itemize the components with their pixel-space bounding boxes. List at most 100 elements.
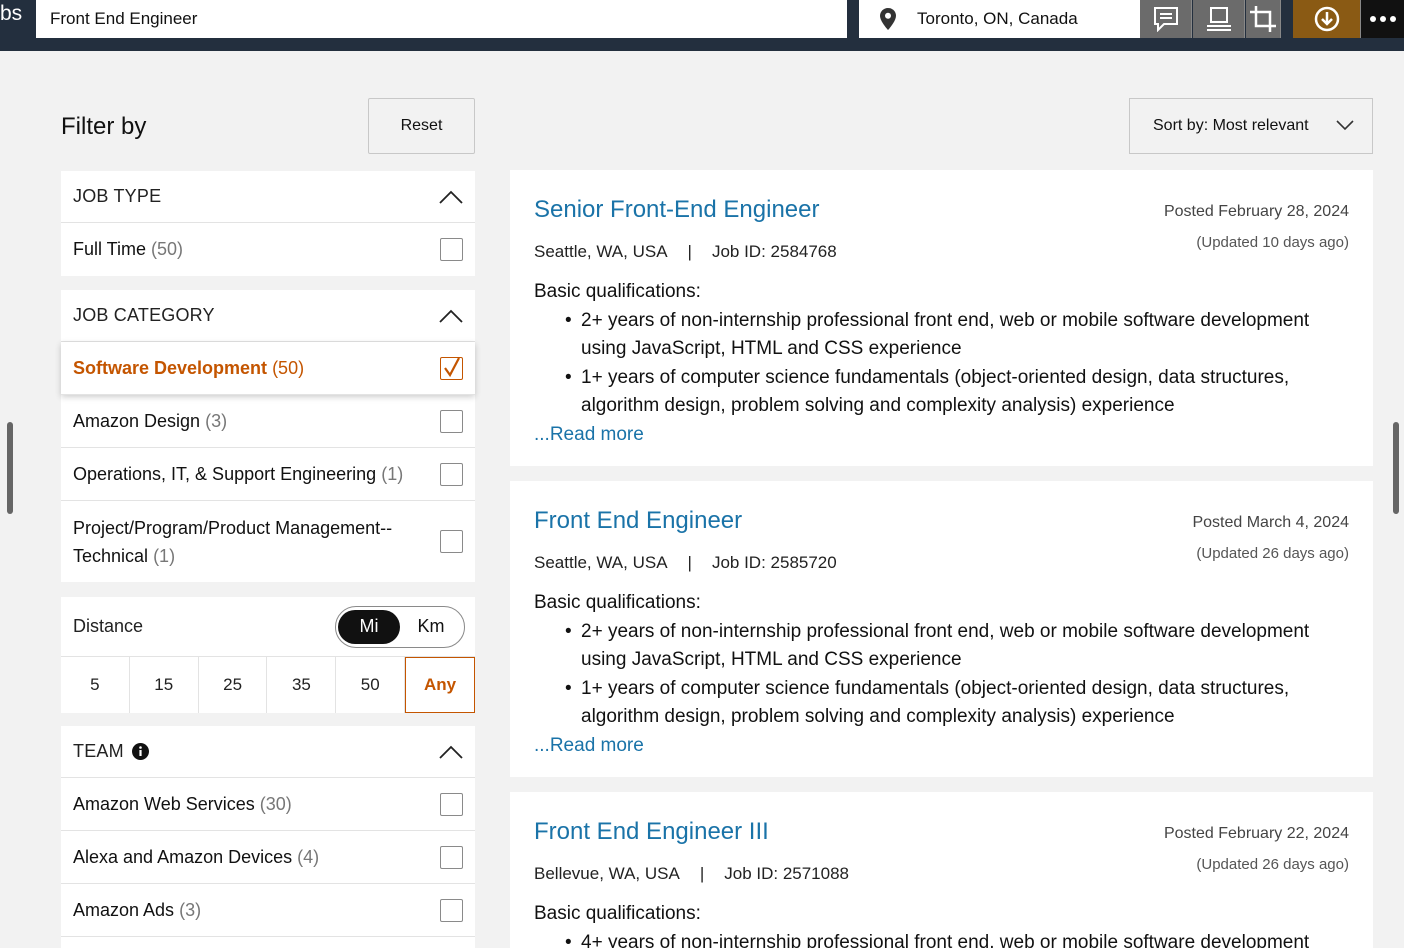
checkbox[interactable]	[440, 845, 463, 869]
updated-date: (Updated 10 days ago)	[1196, 234, 1349, 251]
brand-text: bs	[0, 2, 23, 25]
filter-option-amazon-ads[interactable]: Amazon Ads (3)	[61, 884, 475, 937]
filter-option-full-time[interactable]: Full Time (50)	[61, 223, 475, 276]
distance-heading: Distance	[73, 616, 144, 636]
qualification-item: 4+ years of non-internship professional …	[565, 929, 1354, 948]
qualification-item: 2+ years of non-internship professional …	[565, 307, 1354, 364]
download-icon[interactable]	[1293, 0, 1361, 38]
more-options-icon[interactable]	[1361, 0, 1404, 38]
meta-separator: |	[687, 553, 692, 572]
filter-option-project-management[interactable]: Project/Program/Product Management-- Tech…	[61, 501, 475, 582]
sort-dropdown[interactable]: Sort by: Most relevant	[1129, 98, 1373, 154]
unit-mi-button[interactable]: Mi	[338, 609, 400, 644]
job-category-panel: JOB CATEGORY Software Development (50) A…	[61, 290, 475, 582]
job-category-heading: JOB CATEGORY	[73, 305, 215, 325]
unit-km-button[interactable]: Km	[400, 610, 462, 644]
qualifications-heading: Basic qualifications:	[534, 903, 701, 924]
team-header[interactable]: TEAM	[61, 726, 475, 778]
job-card: Front End Engineer III Posted February 2…	[510, 792, 1373, 948]
checkbox[interactable]	[440, 238, 463, 261]
checkmark-icon	[444, 356, 460, 377]
read-more-link[interactable]: ...Read more	[534, 421, 1354, 450]
meta-separator: |	[687, 242, 692, 261]
chevron-up-icon	[439, 309, 463, 323]
distance-option-15[interactable]: 15	[130, 657, 199, 713]
job-location: Seattle, WA, USA	[534, 242, 668, 261]
job-type-header[interactable]: JOB TYPE	[61, 171, 475, 223]
search-input[interactable]: Front End Engineer	[36, 0, 847, 38]
distance-options: 5 15 25 35 50 Any	[61, 657, 475, 713]
job-title-link[interactable]: Senior Front-End Engineer	[534, 196, 820, 224]
read-more-link[interactable]: ...Read more	[534, 732, 1354, 761]
checkbox[interactable]	[440, 792, 463, 816]
option-label: Alexa and Amazon Devices (4)	[73, 846, 320, 867]
chevron-up-icon	[439, 190, 463, 204]
qualification-item: 2+ years of non-internship professional …	[565, 618, 1354, 675]
filter-option-alexa[interactable]: Alexa and Amazon Devices (4)	[61, 831, 475, 884]
posted-date: Posted February 28, 2024	[1163, 203, 1349, 220]
option-label: Amazon Design (3)	[73, 410, 228, 431]
qualification-item: 1+ years of computer science fundamental…	[565, 675, 1354, 732]
location-value: Toronto, ON, Canada	[917, 9, 1078, 28]
posted-date: Posted February 22, 2024	[1163, 825, 1349, 842]
option-label: Amazon Ads (3)	[73, 899, 202, 920]
filter-option-amazon-design[interactable]: Amazon Design (3)	[61, 395, 475, 448]
checkbox[interactable]	[440, 898, 463, 922]
unit-toggle[interactable]: Mi Km	[335, 605, 465, 648]
job-meta: Bellevue, WA, USA | Job ID: 2571088	[534, 864, 849, 884]
filter-option-aws[interactable]: Amazon Web Services (30)	[61, 778, 475, 831]
top-navigation-bar: bs Front End Engineer Toronto, ON, Canad…	[0, 0, 1404, 51]
qualifications-heading: Basic qualifications:	[534, 281, 701, 302]
info-icon[interactable]	[131, 743, 149, 760]
header-stripe	[0, 38, 1404, 51]
job-location: Bellevue, WA, USA	[534, 864, 680, 883]
distance-header: Distance Mi Km	[61, 597, 475, 657]
distance-option-any[interactable]: Any	[405, 657, 475, 713]
qualifications: Basic qualifications: 4+ years of non-in…	[534, 900, 1354, 948]
job-type-heading: JOB TYPE	[73, 186, 162, 206]
chevron-down-icon	[1336, 120, 1354, 131]
job-id: Job ID: 2585720	[711, 553, 837, 572]
qualification-item: 1+ years of computer science fundamental…	[565, 364, 1354, 421]
job-meta: Seattle, WA, USA | Job ID: 2584768	[534, 242, 837, 262]
distance-option-35[interactable]: 35	[267, 657, 337, 713]
screen-icon[interactable]	[1193, 0, 1245, 38]
distance-option-5[interactable]: 5	[61, 657, 130, 713]
checkbox-checked[interactable]	[440, 356, 463, 380]
option-label: Amazon Web Services (30)	[73, 793, 292, 814]
meta-separator: |	[699, 864, 705, 883]
posted-date: Posted March 4, 2024	[1192, 514, 1349, 531]
job-id: Job ID: 2584768	[711, 242, 837, 261]
job-id: Job ID: 2571088	[724, 864, 849, 883]
filter-option-operations-it[interactable]: Operations, IT, & Support Engineering (1…	[61, 448, 475, 501]
left-scrollbar[interactable]	[7, 422, 13, 514]
location-pin-icon	[859, 8, 917, 30]
checkbox[interactable]	[440, 530, 463, 553]
comment-icon[interactable]	[1140, 0, 1192, 38]
chevron-up-icon	[439, 745, 463, 759]
team-panel: TEAM Amazon Web Services (30) Alexa and …	[61, 726, 475, 948]
reset-button[interactable]: Reset	[368, 98, 475, 154]
checkbox[interactable]	[440, 409, 463, 433]
option-label: Operations, IT, & Support Engineering (1…	[73, 463, 404, 484]
right-scrollbar[interactable]	[1393, 422, 1399, 514]
team-heading: TEAM	[73, 741, 124, 761]
location-input[interactable]: Toronto, ON, Canada	[859, 0, 1149, 38]
option-label: Software Development (50)	[73, 357, 305, 378]
updated-date: (Updated 26 days ago)	[1196, 545, 1349, 562]
job-title-link[interactable]: Front End Engineer III	[534, 818, 769, 846]
checkbox[interactable]	[440, 462, 463, 486]
distance-panel: Distance Mi Km 5 15 25 35 50 Any	[61, 597, 475, 713]
job-title-link[interactable]: Front End Engineer	[534, 507, 742, 535]
crop-icon[interactable]	[1246, 0, 1281, 38]
job-meta: Seattle, WA, USA | Job ID: 2585720	[534, 553, 837, 573]
job-type-panel: JOB TYPE Full Time (50)	[61, 171, 475, 276]
job-card: Front End Engineer Posted March 4, 2024 …	[510, 481, 1373, 777]
distance-option-25[interactable]: 25	[199, 657, 268, 713]
sort-label: Sort by: Most relevant	[1153, 117, 1309, 134]
job-category-header[interactable]: JOB CATEGORY	[61, 290, 475, 342]
filter-option-software-development[interactable]: Software Development (50)	[61, 342, 475, 395]
qualifications-heading: Basic qualifications:	[534, 592, 701, 613]
filter-title: Filter by	[61, 113, 147, 140]
distance-option-50[interactable]: 50	[336, 657, 406, 713]
